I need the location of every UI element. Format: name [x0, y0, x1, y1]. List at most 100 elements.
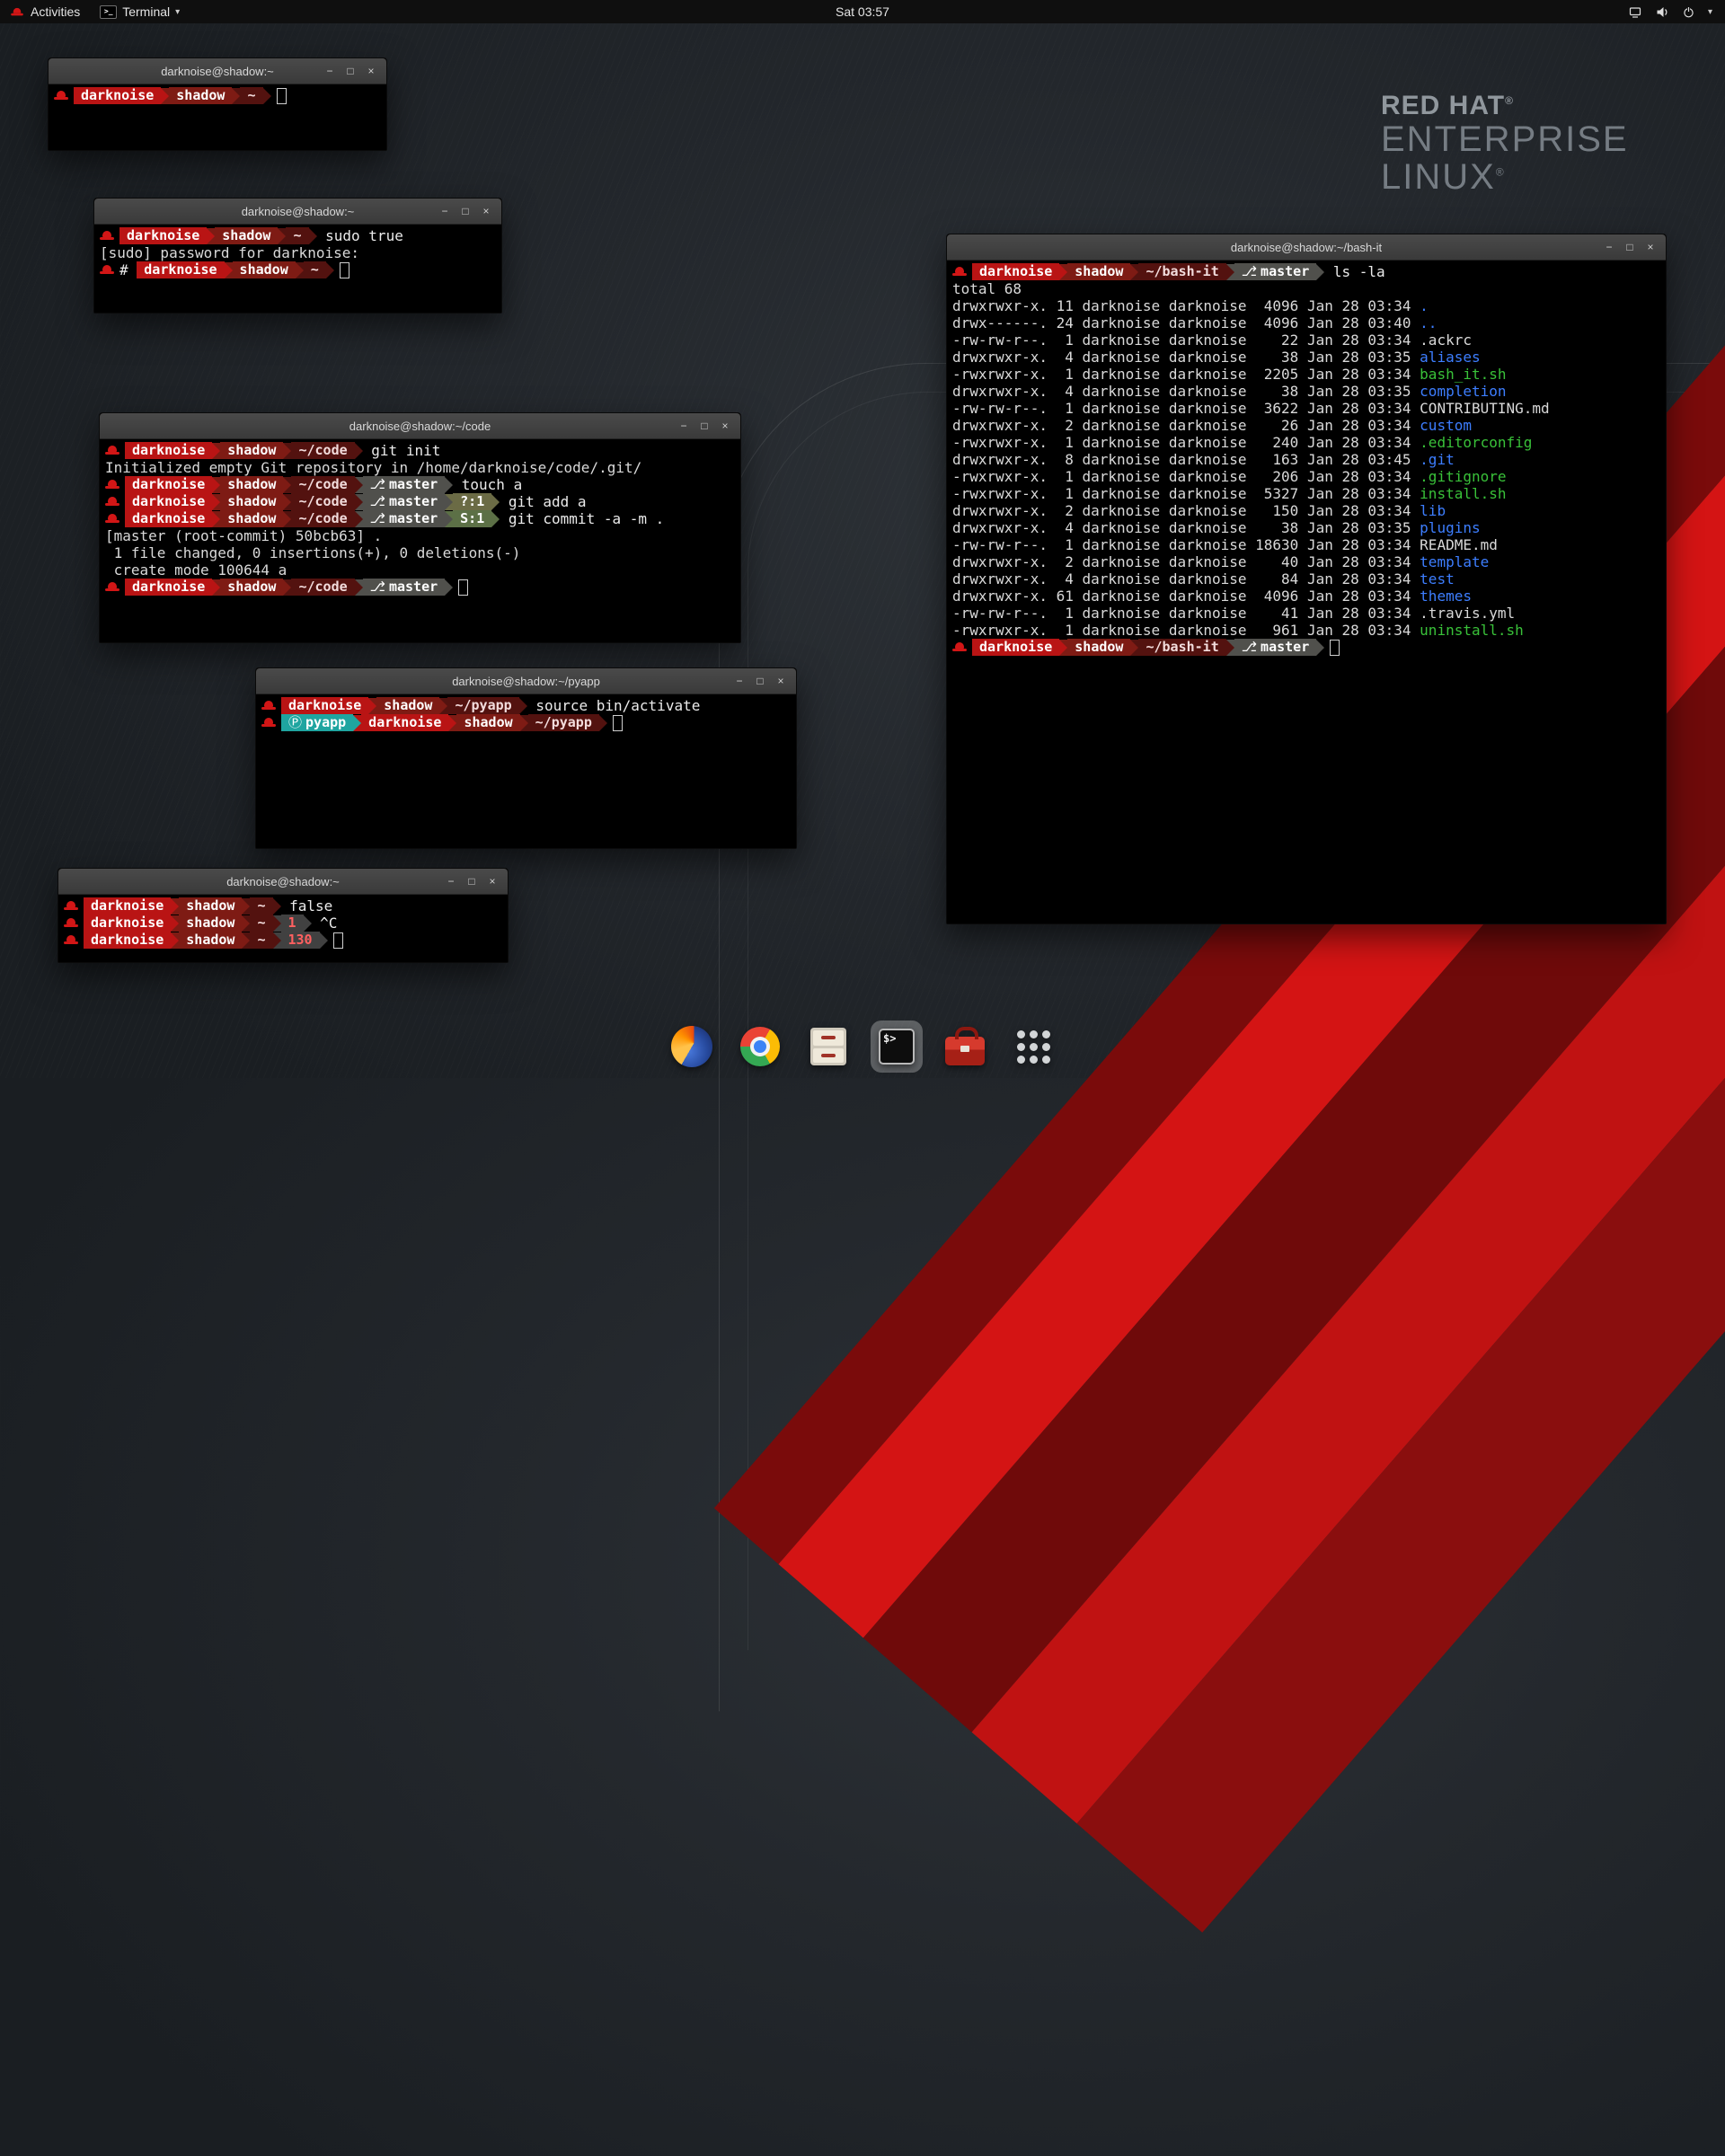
output-text: completion — [1420, 383, 1506, 400]
app-menu-terminal[interactable]: >_ Terminal ▾ — [90, 0, 190, 23]
prompt-segment: darknoise — [125, 579, 212, 596]
close-button[interactable]: × — [478, 203, 494, 219]
terminal-line: drwxrwxr-x. 2 darknoise darknoise 26 Jan… — [952, 417, 1660, 434]
terminal-content[interactable]: darknoiseshadow~/pyapp source bin/activa… — [256, 694, 796, 848]
maximize-button[interactable]: □ — [1622, 239, 1638, 255]
powerline-arrow — [309, 228, 317, 244]
output-text: -rwxrwxr-x. 1 darknoise darknoise 5327 J… — [952, 485, 1420, 502]
window-titlebar[interactable]: darknoise@shadow:~/pyapp − □ × — [256, 668, 796, 694]
prompt-segment: 1 — [281, 915, 304, 932]
output-text: drwxrwxr-x. 8 darknoise darknoise 163 Ja… — [952, 451, 1420, 468]
files-icon — [810, 1028, 846, 1065]
prompt-segment: ~ — [286, 227, 308, 244]
close-button[interactable]: × — [1642, 239, 1659, 255]
window-titlebar[interactable]: darknoise@shadow:~ − □ × — [58, 869, 508, 895]
prompt-segment: darknoise — [84, 932, 171, 949]
powerline-arrow — [1226, 640, 1234, 656]
output-text: themes — [1420, 588, 1472, 605]
minimize-button[interactable]: − — [437, 203, 453, 219]
terminal-line: -rwxrwxr-x. 1 darknoise darknoise 206 Ja… — [952, 468, 1660, 485]
prompt-segment: shadow — [220, 579, 283, 596]
powerline-arrow — [1059, 264, 1067, 280]
terminal-line: darknoiseshadow~/code⎇masterS:1 git comm… — [105, 510, 735, 527]
maximize-button[interactable]: □ — [752, 673, 768, 689]
minimize-button[interactable]: − — [322, 63, 338, 79]
terminal-content[interactable]: darknoiseshadow~ falsedarknoiseshadow~1 … — [58, 895, 508, 962]
powerline-arrow — [599, 715, 607, 731]
close-button[interactable]: × — [484, 873, 500, 889]
terminal-cursor — [277, 88, 287, 104]
dock-app-grid[interactable] — [1007, 1021, 1059, 1073]
powerline-arrow — [171, 932, 179, 949]
dock-toolbox[interactable] — [939, 1021, 991, 1073]
maximize-button[interactable]: □ — [457, 203, 473, 219]
prompt-segment: ~/code — [291, 510, 354, 527]
terminal-cursor — [333, 932, 343, 949]
volume-icon[interactable] — [1655, 5, 1669, 19]
terminal-line: -rwxrwxr-x. 1 darknoise darknoise 961 Ja… — [952, 622, 1660, 639]
prompt-segment: darknoise — [137, 261, 224, 278]
terminal-content[interactable]: darknoiseshadow~/code git initInitialize… — [100, 439, 740, 642]
terminal-window-home-2: darknoise@shadow:~ − □ × darknoiseshadow… — [58, 868, 509, 963]
maximize-button[interactable]: □ — [696, 418, 712, 434]
clock[interactable]: Sat 03:57 — [836, 4, 889, 19]
output-text: Initialized empty Git repository in /hom… — [105, 459, 641, 476]
close-button[interactable]: × — [773, 673, 789, 689]
command-text: git commit -a -m . — [500, 510, 664, 527]
rhel-watermark: RED HAT® ENTERPRISE LINUX® — [1381, 92, 1629, 196]
top-bar: Activities >_ Terminal ▾ Sat 03:57 ▾ — [0, 0, 1725, 23]
minimize-button[interactable]: − — [443, 873, 459, 889]
powerline-arrow — [445, 477, 453, 493]
terminal-window-code: darknoise@shadow:~/code − □ × darknoise s… — [99, 412, 741, 643]
chevron-down-icon: ▾ — [175, 7, 180, 17]
display-icon[interactable] — [1628, 5, 1642, 19]
dock-firefox[interactable] — [666, 1021, 718, 1073]
terminal-content[interactable]: darknoiseshadow~/bash-it⎇master ls -lato… — [947, 261, 1666, 923]
prompt-segment: shadow — [179, 915, 242, 932]
prompt-segment: shadow — [220, 510, 283, 527]
powerline-arrow — [1059, 640, 1067, 656]
minimize-button[interactable]: − — [1601, 239, 1617, 255]
terminal-line: drwxrwxr-x. 61 darknoise darknoise 4096 … — [952, 588, 1660, 605]
window-titlebar[interactable]: darknoise@shadow:~ − □ × — [94, 199, 501, 225]
terminal-line: drwx------. 24 darknoise darknoise 4096 … — [952, 314, 1660, 331]
window-title: darknoise@shadow:~ — [157, 205, 438, 218]
window-titlebar[interactable]: darknoise@shadow:~/code − □ × — [100, 413, 740, 439]
dock-terminal[interactable]: $> — [871, 1021, 923, 1073]
powerline-arrow — [273, 932, 281, 949]
close-button[interactable]: × — [363, 63, 379, 79]
redhat-icon — [105, 496, 119, 508]
terminal-line: drwxrwxr-x. 4 darknoise darknoise 38 Jan… — [952, 383, 1660, 400]
output-text: -rw-rw-r--. 1 darknoise darknoise 41 Jan… — [952, 605, 1420, 622]
maximize-button[interactable]: □ — [342, 63, 358, 79]
output-text: CONTRIBUTING.md — [1420, 400, 1550, 417]
dock-chrome[interactable] — [734, 1021, 786, 1073]
power-icon[interactable] — [1682, 5, 1695, 19]
output-text: create mode 100644 a — [105, 561, 287, 579]
prompt-segment: Ⓟpyapp — [281, 714, 353, 731]
output-text: .gitignore — [1420, 468, 1506, 485]
activities-button[interactable]: Activities — [0, 0, 90, 23]
prompt-segment: shadow — [220, 493, 283, 510]
minimize-button[interactable]: − — [731, 673, 748, 689]
powerline-arrow — [1130, 264, 1138, 280]
powerline-arrow — [263, 88, 271, 104]
terminal-content[interactable]: darknoiseshadow~ sudo true[sudo] passwor… — [94, 225, 501, 313]
system-status-area[interactable]: ▾ — [1628, 0, 1725, 23]
powerline-arrow — [355, 511, 363, 527]
output-text: 1 file changed, 0 insertions(+), 0 delet… — [105, 544, 520, 561]
prompt-segment: shadow — [1067, 639, 1130, 656]
close-button[interactable]: × — [717, 418, 733, 434]
window-titlebar[interactable]: darknoise@shadow:~ − □ × — [49, 58, 386, 84]
minimize-button[interactable]: − — [676, 418, 692, 434]
prompt-segment: 130 — [281, 932, 320, 949]
terminal-content[interactable]: darknoiseshadow~ — [49, 84, 386, 150]
window-titlebar[interactable]: darknoise@shadow:~/bash-it − □ × — [947, 234, 1666, 261]
dock-files[interactable] — [802, 1021, 854, 1073]
chevron-down-icon[interactable]: ▾ — [1708, 7, 1712, 17]
maximize-button[interactable]: □ — [464, 873, 480, 889]
terminal-line: drwxrwxr-x. 4 darknoise darknoise 38 Jan… — [952, 519, 1660, 536]
prompt-segment: darknoise — [119, 227, 207, 244]
watermark-red-hat: RED HAT® — [1381, 92, 1629, 120]
terminal-line: darknoiseshadow~1 ^C — [64, 915, 502, 932]
